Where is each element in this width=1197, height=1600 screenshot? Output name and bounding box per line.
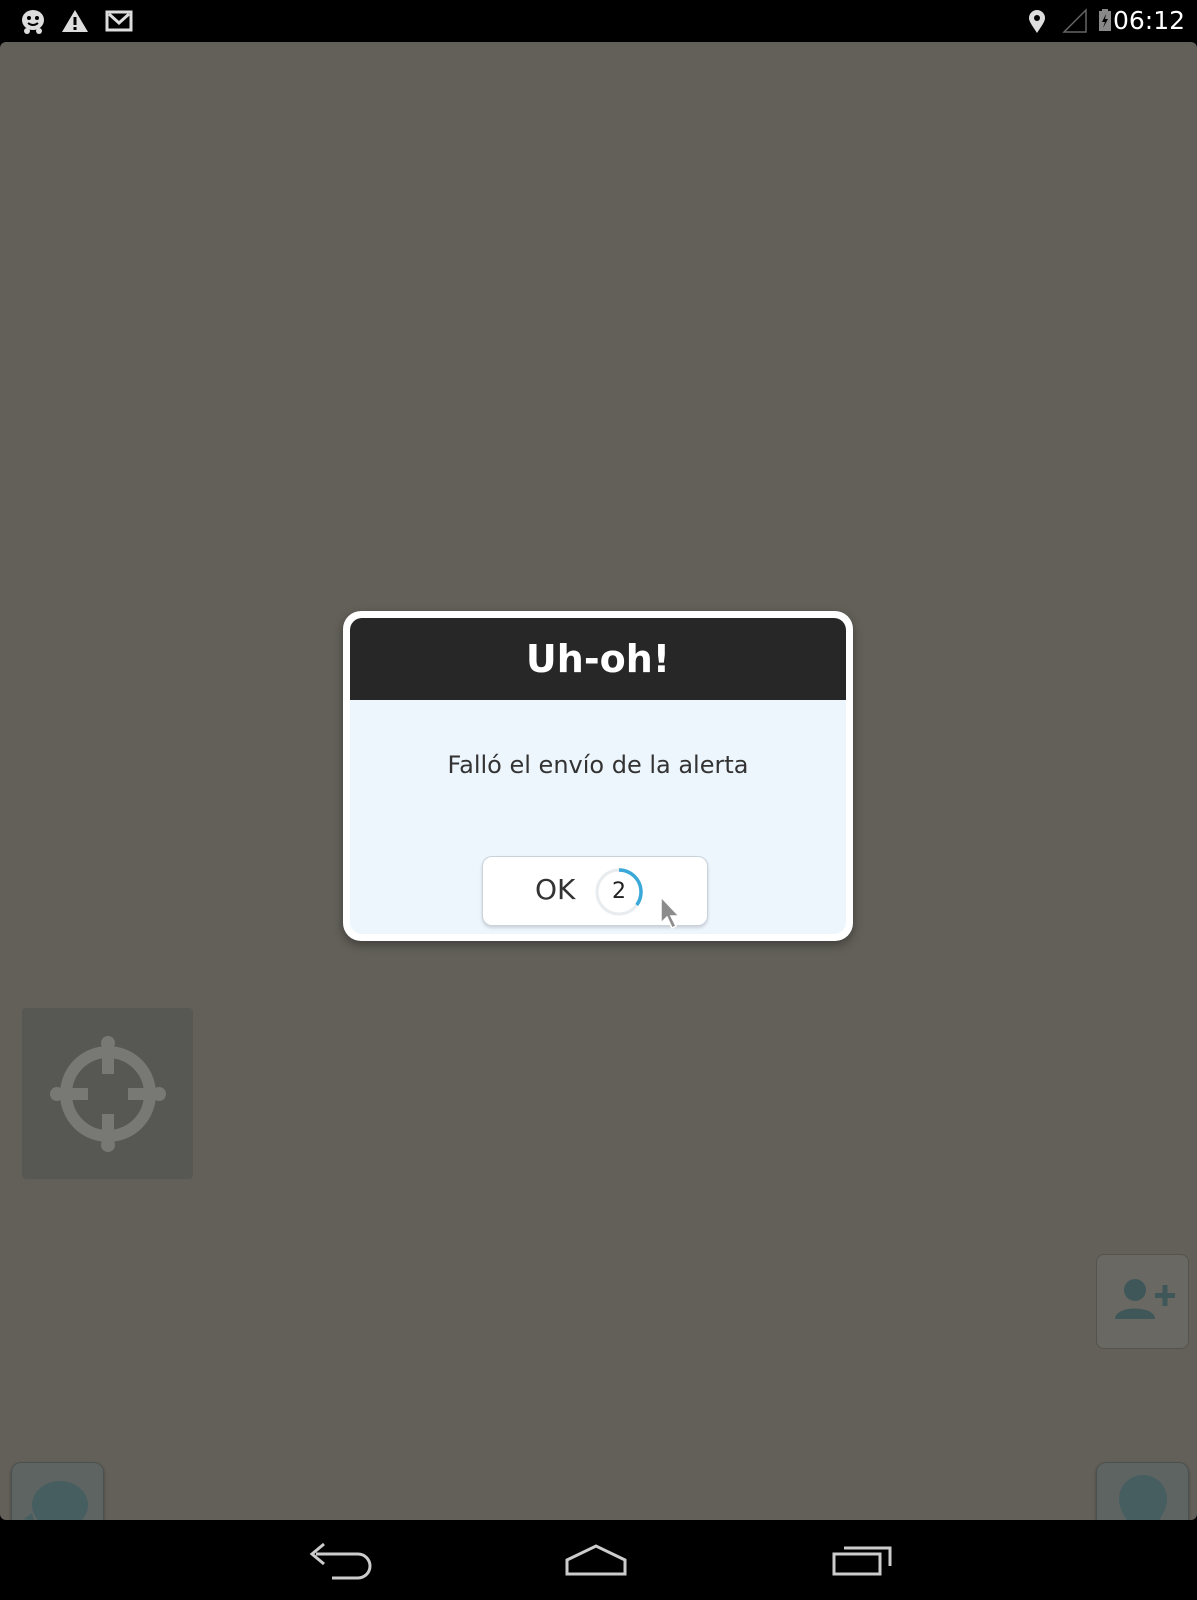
dialog-body: Falló el envío de la alerta OK 2 bbox=[350, 700, 846, 934]
signal-icon bbox=[1062, 8, 1087, 33]
crosshair-icon bbox=[50, 1036, 166, 1152]
gmail-icon bbox=[105, 10, 133, 32]
recent-apps-icon[interactable] bbox=[828, 1538, 898, 1582]
mouse-cursor-icon bbox=[660, 895, 681, 930]
back-icon[interactable] bbox=[302, 1538, 372, 1582]
home-icon[interactable] bbox=[561, 1538, 631, 1582]
add-person-icon bbox=[1115, 1279, 1175, 1319]
dialog-message: Falló el envío de la alerta bbox=[447, 751, 749, 779]
waze-icon bbox=[22, 10, 44, 34]
navigation-bar bbox=[0, 1520, 1197, 1600]
dialog-title: Uh-oh! bbox=[525, 637, 671, 681]
ok-label: OK bbox=[535, 873, 576, 906]
add-friend-button[interactable] bbox=[1096, 1254, 1189, 1349]
warning-icon bbox=[62, 10, 88, 32]
status-clock: 06:12 bbox=[1112, 6, 1185, 35]
status-bar: 06:12 bbox=[0, 0, 1197, 42]
location-icon bbox=[1029, 10, 1045, 33]
countdown-timer: 2 bbox=[593, 866, 645, 918]
countdown-value: 2 bbox=[612, 879, 626, 904]
alert-dialog: Uh-oh! Falló el envío de la alerta OK 2 bbox=[343, 611, 853, 941]
locate-me-button[interactable] bbox=[22, 1008, 193, 1179]
dialog-header: Uh-oh! bbox=[350, 618, 846, 700]
ok-button[interactable]: OK 2 bbox=[482, 856, 708, 930]
